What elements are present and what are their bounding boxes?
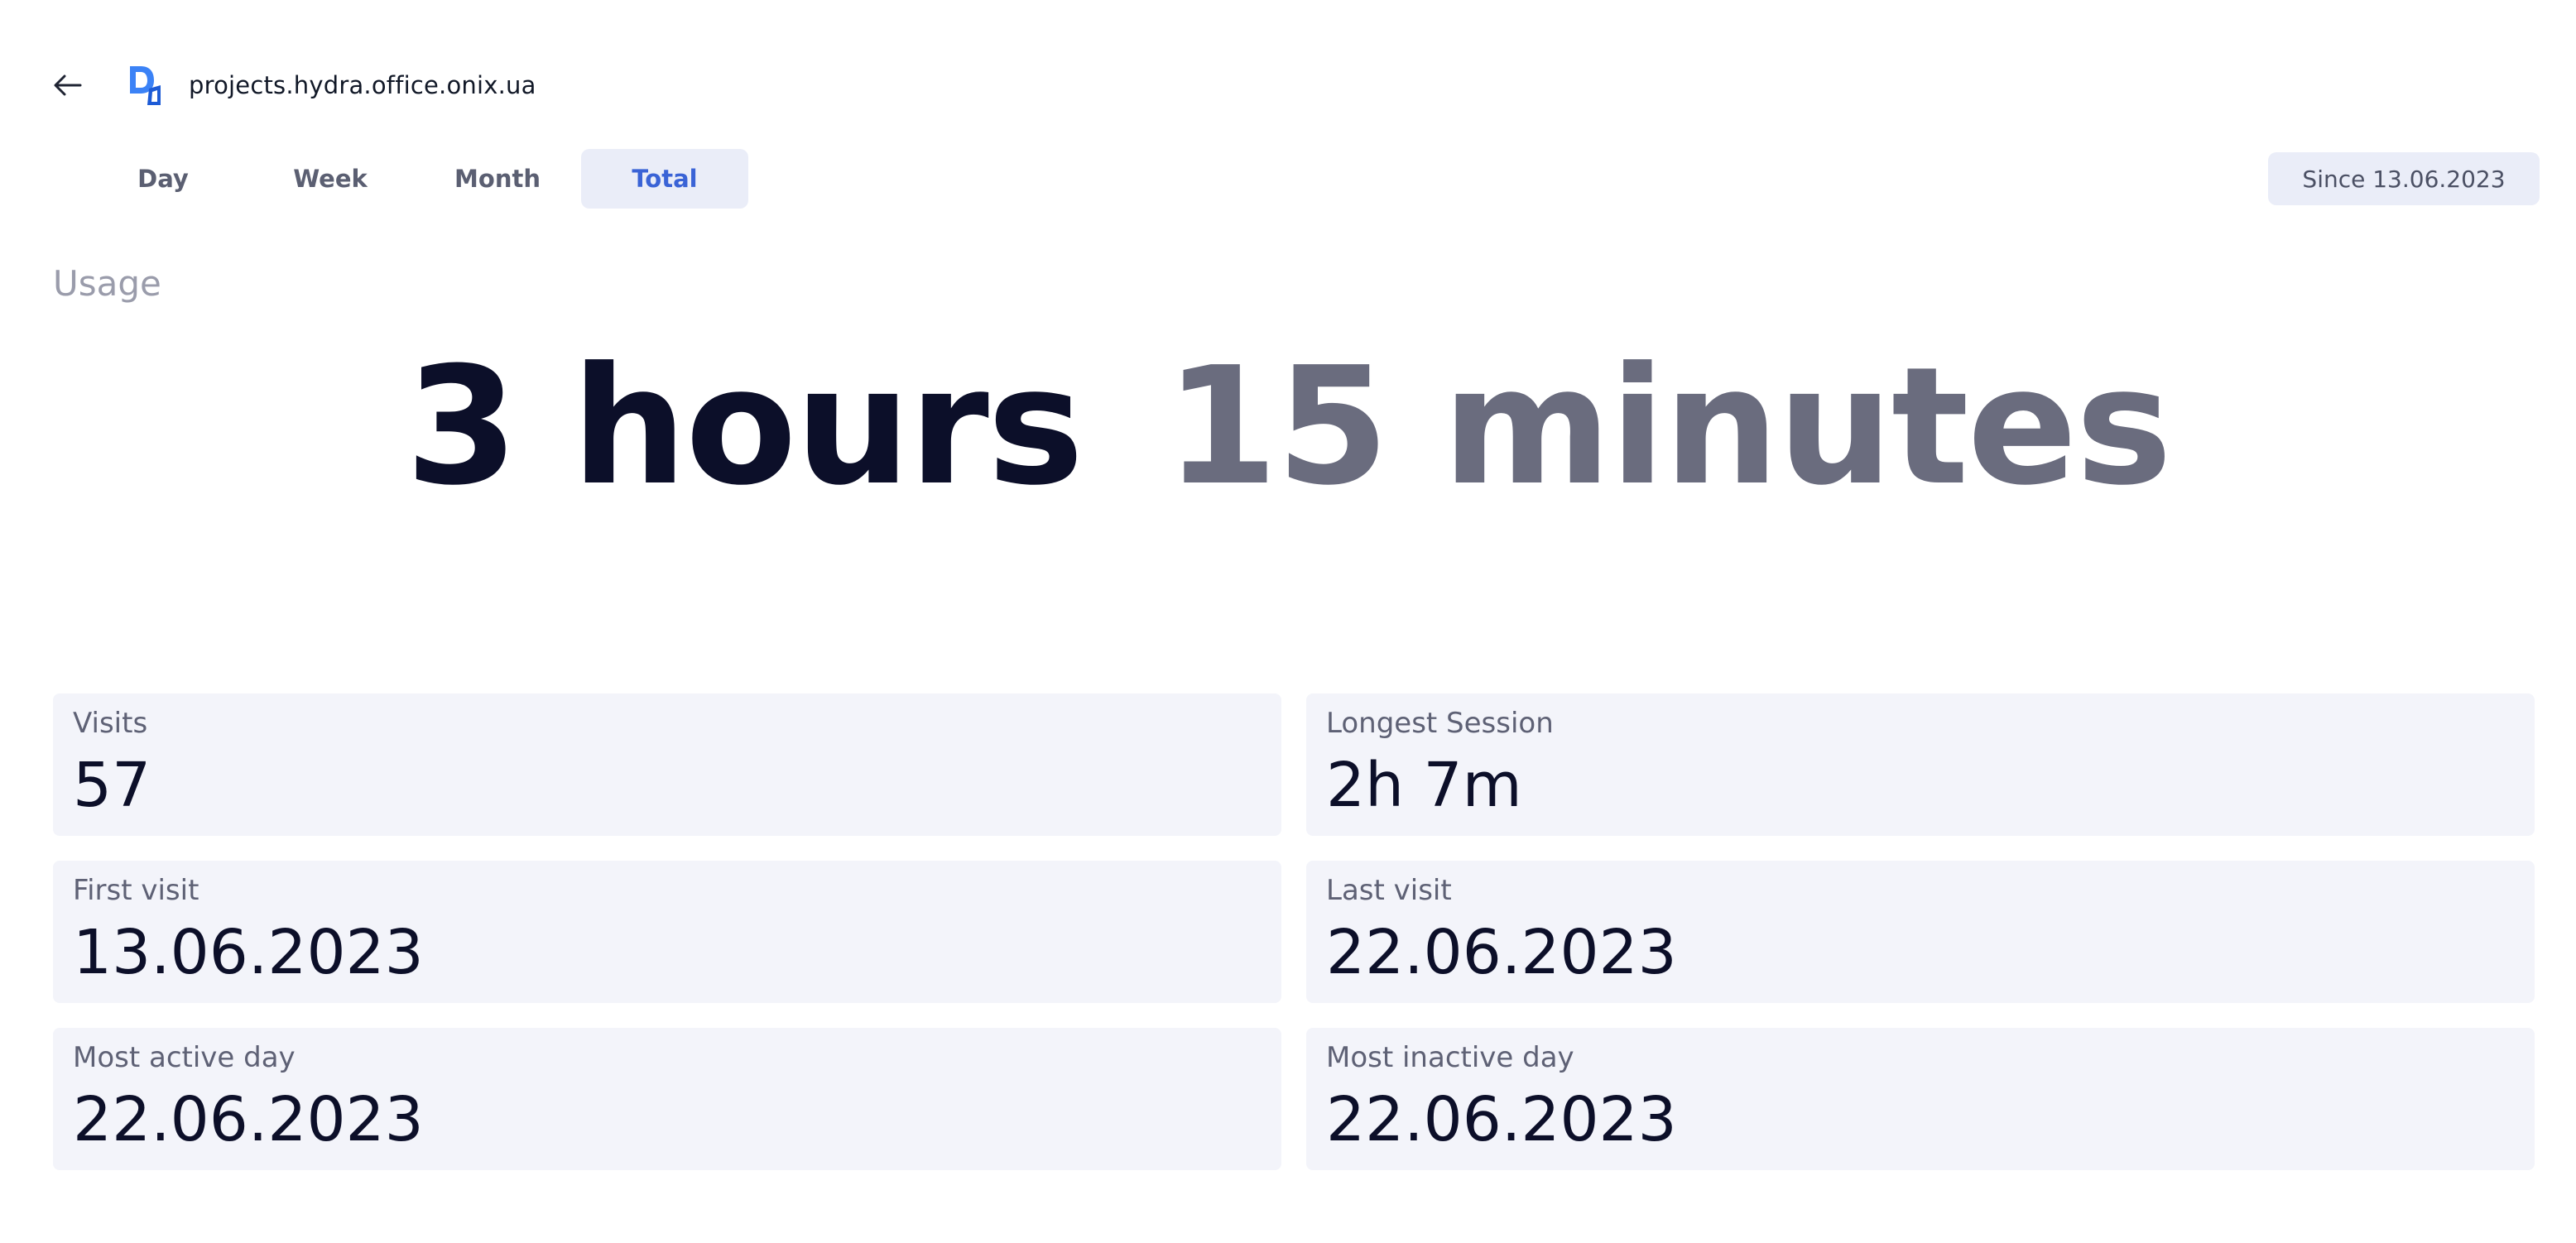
since-date-badge: Since 13.06.2023 xyxy=(2268,152,2540,205)
stat-card-first-visit: First visit 13.06.2023 xyxy=(53,861,1281,1003)
stat-value: 22.06.2023 xyxy=(1326,917,1677,988)
tab-week[interactable]: Week xyxy=(247,149,414,209)
stats-grid: Visits 57 Longest Session 2h 7m First vi… xyxy=(53,693,2535,1170)
usage-label: Usage xyxy=(53,263,161,304)
stat-value: 57 xyxy=(73,750,151,821)
stat-value: 22.06.2023 xyxy=(73,1084,424,1155)
stat-label: First visit xyxy=(73,874,199,907)
stat-card-most-inactive-day: Most inactive day 22.06.2023 xyxy=(1306,1028,2535,1170)
stat-label: Longest Session xyxy=(1326,707,1554,740)
usage-hours: 3 hours xyxy=(405,333,1084,521)
usage-total: 3 hours 15 minutes xyxy=(0,328,2576,526)
stat-value: 2h 7m xyxy=(1326,750,1522,821)
tab-total[interactable]: Total xyxy=(581,149,748,209)
header: projects.hydra.office.onix.ua xyxy=(50,58,536,113)
tab-day[interactable]: Day xyxy=(79,149,247,209)
stat-card-last-visit: Last visit 22.06.2023 xyxy=(1306,861,2535,1003)
stat-value: 13.06.2023 xyxy=(73,917,424,988)
stat-label: Visits xyxy=(73,707,148,740)
stat-value: 22.06.2023 xyxy=(1326,1084,1677,1155)
stat-card-longest-session: Longest Session 2h 7m xyxy=(1306,693,2535,836)
usage-minutes: 15 minutes xyxy=(1165,333,2172,521)
period-tabs: Day Week Month Total xyxy=(79,149,748,209)
stat-label: Most active day xyxy=(73,1041,296,1074)
tab-month[interactable]: Month xyxy=(414,149,581,209)
site-logo-icon xyxy=(126,63,166,108)
arrow-left-icon xyxy=(54,74,82,96)
back-button[interactable] xyxy=(50,67,86,103)
stat-card-most-active-day: Most active day 22.06.2023 xyxy=(53,1028,1281,1170)
page: projects.hydra.office.onix.ua Day Week M… xyxy=(0,0,2576,1243)
stat-label: Last visit xyxy=(1326,874,1452,907)
site-domain: projects.hydra.office.onix.ua xyxy=(189,71,536,99)
stat-label: Most inactive day xyxy=(1326,1041,1574,1074)
stat-card-visits: Visits 57 xyxy=(53,693,1281,836)
